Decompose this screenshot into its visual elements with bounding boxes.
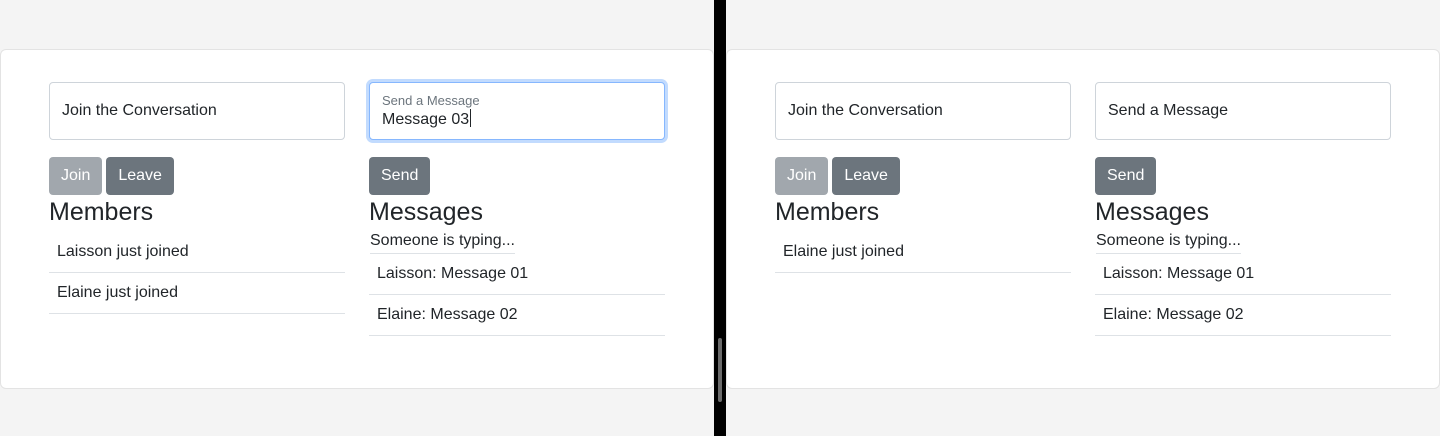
messages-column: Send a Message Send Messages Someone is … [1095, 82, 1391, 336]
typing-indicator: Someone is typing... [1096, 232, 1241, 254]
split-divider[interactable] [714, 0, 726, 436]
messages-column: Send a Message Message 03 Send Messages … [369, 82, 665, 336]
chat-card: Join the Conversation Join Leave Members… [726, 49, 1440, 389]
send-button[interactable]: Send [369, 157, 431, 195]
members-list: Elaine just joined [775, 232, 1071, 273]
list-item: Laisson just joined [49, 232, 345, 273]
message-actions: Send [1095, 157, 1391, 195]
list-item: Elaine just joined [775, 232, 1071, 273]
members-heading: Members [49, 198, 154, 226]
send-message-input[interactable]: Send a Message Message 03 [369, 82, 665, 140]
join-conversation-text: Join the Conversation [788, 102, 943, 119]
divider-handle[interactable] [718, 338, 722, 402]
leave-button[interactable]: Leave [106, 157, 174, 195]
list-item: Laisson: Message 01 [1095, 254, 1391, 295]
messages-heading: Messages [1095, 198, 1209, 226]
send-message-label: Send a Message [382, 92, 480, 108]
members-list: Laisson just joined Elaine just joined [49, 232, 345, 314]
join-conversation-input[interactable]: Join the Conversation [775, 82, 1071, 140]
join-button[interactable]: Join [775, 157, 829, 195]
leave-button[interactable]: Leave [832, 157, 900, 195]
send-button[interactable]: Send [1095, 157, 1157, 195]
member-actions: Join Leave [49, 157, 345, 195]
member-actions: Join Leave [775, 157, 1071, 195]
join-conversation-text: Join the Conversation [62, 102, 217, 119]
send-message-input[interactable]: Send a Message [1095, 82, 1391, 140]
right-browser-pane: Join the Conversation Join Leave Members… [726, 0, 1440, 436]
text-caret [470, 108, 472, 127]
join-button[interactable]: Join [49, 157, 103, 195]
members-column: Join the Conversation Join Leave Members… [49, 82, 345, 314]
join-conversation-input[interactable]: Join the Conversation [49, 82, 345, 140]
send-message-placeholder: Send a Message [1108, 102, 1229, 119]
message-actions: Send [369, 157, 665, 195]
messages-list: Laisson: Message 01 Elaine: Message 02 [369, 254, 665, 336]
list-item: Elaine just joined [49, 273, 345, 314]
list-item: Elaine: Message 02 [369, 295, 665, 336]
members-column: Join the Conversation Join Leave Members… [775, 82, 1071, 273]
messages-list: Laisson: Message 01 Elaine: Message 02 [1095, 254, 1391, 336]
list-item: Elaine: Message 02 [1095, 295, 1391, 336]
chat-card: Join the Conversation Join Leave Members… [0, 49, 714, 389]
typing-indicator: Someone is typing... [370, 232, 515, 254]
left-browser-pane: Join the Conversation Join Leave Members… [0, 0, 714, 436]
send-message-value: Message 03 [382, 110, 470, 128]
messages-heading: Messages [369, 198, 483, 226]
list-item: Laisson: Message 01 [369, 254, 665, 295]
members-heading: Members [775, 198, 880, 226]
